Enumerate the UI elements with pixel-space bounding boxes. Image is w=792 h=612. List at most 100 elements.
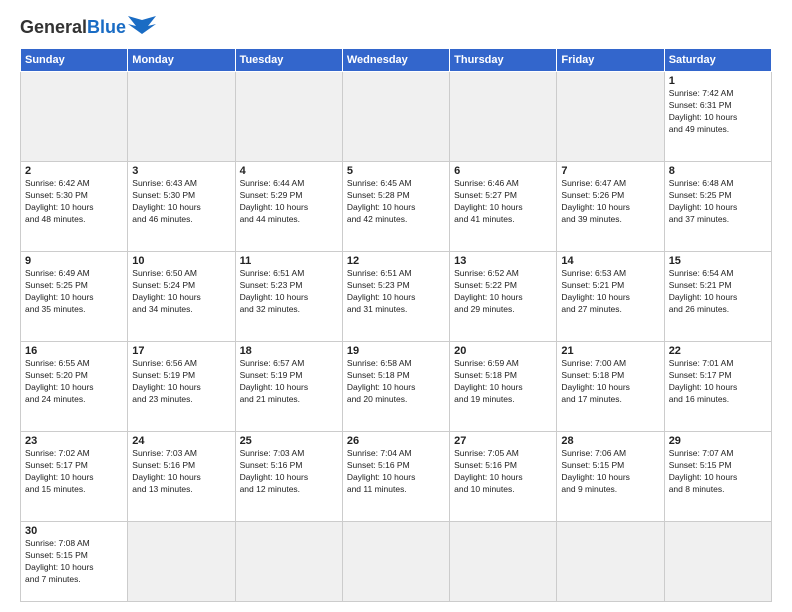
day-number: 30 [25,525,123,537]
day-info: Sunrise: 7:03 AM Sunset: 5:16 PM Dayligh… [132,448,230,496]
week-row-2: 2Sunrise: 6:42 AM Sunset: 5:30 PM Daylig… [21,161,772,251]
day-number: 5 [347,165,445,177]
day-info: Sunrise: 6:50 AM Sunset: 5:24 PM Dayligh… [132,268,230,316]
day-cell: 20Sunrise: 6:59 AM Sunset: 5:18 PM Dayli… [450,341,557,431]
day-cell: 5Sunrise: 6:45 AM Sunset: 5:28 PM Daylig… [342,161,449,251]
day-cell: 17Sunrise: 6:56 AM Sunset: 5:19 PM Dayli… [128,341,235,431]
day-info: Sunrise: 7:42 AM Sunset: 6:31 PM Dayligh… [669,88,767,136]
day-cell [128,521,235,601]
day-info: Sunrise: 6:46 AM Sunset: 5:27 PM Dayligh… [454,178,552,226]
day-info: Sunrise: 7:07 AM Sunset: 5:15 PM Dayligh… [669,448,767,496]
day-number: 8 [669,165,767,177]
day-info: Sunrise: 6:48 AM Sunset: 5:25 PM Dayligh… [669,178,767,226]
day-number: 3 [132,165,230,177]
day-cell [664,521,771,601]
day-number: 15 [669,255,767,267]
day-cell: 26Sunrise: 7:04 AM Sunset: 5:16 PM Dayli… [342,431,449,521]
day-info: Sunrise: 6:51 AM Sunset: 5:23 PM Dayligh… [347,268,445,316]
day-cell: 14Sunrise: 6:53 AM Sunset: 5:21 PM Dayli… [557,251,664,341]
day-cell: 16Sunrise: 6:55 AM Sunset: 5:20 PM Dayli… [21,341,128,431]
day-info: Sunrise: 7:02 AM Sunset: 5:17 PM Dayligh… [25,448,123,496]
day-cell: 25Sunrise: 7:03 AM Sunset: 5:16 PM Dayli… [235,431,342,521]
day-number: 14 [561,255,659,267]
day-cell: 4Sunrise: 6:44 AM Sunset: 5:29 PM Daylig… [235,161,342,251]
weekday-header-monday: Monday [128,49,235,72]
week-row-5: 23Sunrise: 7:02 AM Sunset: 5:17 PM Dayli… [21,431,772,521]
week-row-6: 30Sunrise: 7:08 AM Sunset: 5:15 PM Dayli… [21,521,772,601]
day-number: 11 [240,255,338,267]
week-row-4: 16Sunrise: 6:55 AM Sunset: 5:20 PM Dayli… [21,341,772,431]
day-cell [128,72,235,162]
weekday-header-row: SundayMondayTuesdayWednesdayThursdayFrid… [21,49,772,72]
day-cell: 23Sunrise: 7:02 AM Sunset: 5:17 PM Dayli… [21,431,128,521]
day-cell [342,521,449,601]
weekday-header-wednesday: Wednesday [342,49,449,72]
day-number: 6 [454,165,552,177]
day-cell: 1Sunrise: 7:42 AM Sunset: 6:31 PM Daylig… [664,72,771,162]
day-info: Sunrise: 7:03 AM Sunset: 5:16 PM Dayligh… [240,448,338,496]
weekday-header-saturday: Saturday [664,49,771,72]
day-number: 12 [347,255,445,267]
day-info: Sunrise: 7:01 AM Sunset: 5:17 PM Dayligh… [669,358,767,406]
day-info: Sunrise: 6:51 AM Sunset: 5:23 PM Dayligh… [240,268,338,316]
day-cell: 21Sunrise: 7:00 AM Sunset: 5:18 PM Dayli… [557,341,664,431]
day-number: 16 [25,345,123,357]
day-number: 7 [561,165,659,177]
header: General Blue [20,16,772,38]
day-number: 23 [25,435,123,447]
day-info: Sunrise: 6:59 AM Sunset: 5:18 PM Dayligh… [454,358,552,406]
day-info: Sunrise: 6:43 AM Sunset: 5:30 PM Dayligh… [132,178,230,226]
day-cell: 12Sunrise: 6:51 AM Sunset: 5:23 PM Dayli… [342,251,449,341]
logo-blue-text: Blue [87,17,126,38]
logo: General Blue [20,16,156,38]
day-cell [342,72,449,162]
day-info: Sunrise: 6:56 AM Sunset: 5:19 PM Dayligh… [132,358,230,406]
day-info: Sunrise: 6:52 AM Sunset: 5:22 PM Dayligh… [454,268,552,316]
day-cell: 28Sunrise: 7:06 AM Sunset: 5:15 PM Dayli… [557,431,664,521]
day-info: Sunrise: 6:55 AM Sunset: 5:20 PM Dayligh… [25,358,123,406]
day-info: Sunrise: 6:54 AM Sunset: 5:21 PM Dayligh… [669,268,767,316]
day-cell [21,72,128,162]
day-number: 9 [25,255,123,267]
day-cell: 8Sunrise: 6:48 AM Sunset: 5:25 PM Daylig… [664,161,771,251]
day-info: Sunrise: 7:06 AM Sunset: 5:15 PM Dayligh… [561,448,659,496]
day-cell: 19Sunrise: 6:58 AM Sunset: 5:18 PM Dayli… [342,341,449,431]
day-number: 19 [347,345,445,357]
day-cell [450,521,557,601]
day-cell [557,521,664,601]
day-number: 18 [240,345,338,357]
day-number: 20 [454,345,552,357]
day-cell [450,72,557,162]
weekday-header-thursday: Thursday [450,49,557,72]
day-number: 25 [240,435,338,447]
day-cell: 27Sunrise: 7:05 AM Sunset: 5:16 PM Dayli… [450,431,557,521]
day-cell [235,521,342,601]
day-cell: 7Sunrise: 6:47 AM Sunset: 5:26 PM Daylig… [557,161,664,251]
day-info: Sunrise: 7:08 AM Sunset: 5:15 PM Dayligh… [25,538,123,586]
day-number: 26 [347,435,445,447]
day-number: 27 [454,435,552,447]
day-info: Sunrise: 7:00 AM Sunset: 5:18 PM Dayligh… [561,358,659,406]
day-cell: 13Sunrise: 6:52 AM Sunset: 5:22 PM Dayli… [450,251,557,341]
day-info: Sunrise: 7:05 AM Sunset: 5:16 PM Dayligh… [454,448,552,496]
day-cell: 24Sunrise: 7:03 AM Sunset: 5:16 PM Dayli… [128,431,235,521]
weekday-header-friday: Friday [557,49,664,72]
day-number: 1 [669,75,767,87]
day-info: Sunrise: 6:47 AM Sunset: 5:26 PM Dayligh… [561,178,659,226]
day-cell [557,72,664,162]
weekday-header-tuesday: Tuesday [235,49,342,72]
day-number: 22 [669,345,767,357]
day-info: Sunrise: 6:53 AM Sunset: 5:21 PM Dayligh… [561,268,659,316]
day-number: 21 [561,345,659,357]
day-number: 13 [454,255,552,267]
day-number: 2 [25,165,123,177]
day-cell: 2Sunrise: 6:42 AM Sunset: 5:30 PM Daylig… [21,161,128,251]
day-number: 4 [240,165,338,177]
day-info: Sunrise: 7:04 AM Sunset: 5:16 PM Dayligh… [347,448,445,496]
day-info: Sunrise: 6:44 AM Sunset: 5:29 PM Dayligh… [240,178,338,226]
day-number: 10 [132,255,230,267]
week-row-1: 1Sunrise: 7:42 AM Sunset: 6:31 PM Daylig… [21,72,772,162]
day-cell: 9Sunrise: 6:49 AM Sunset: 5:25 PM Daylig… [21,251,128,341]
day-cell: 11Sunrise: 6:51 AM Sunset: 5:23 PM Dayli… [235,251,342,341]
day-cell: 29Sunrise: 7:07 AM Sunset: 5:15 PM Dayli… [664,431,771,521]
